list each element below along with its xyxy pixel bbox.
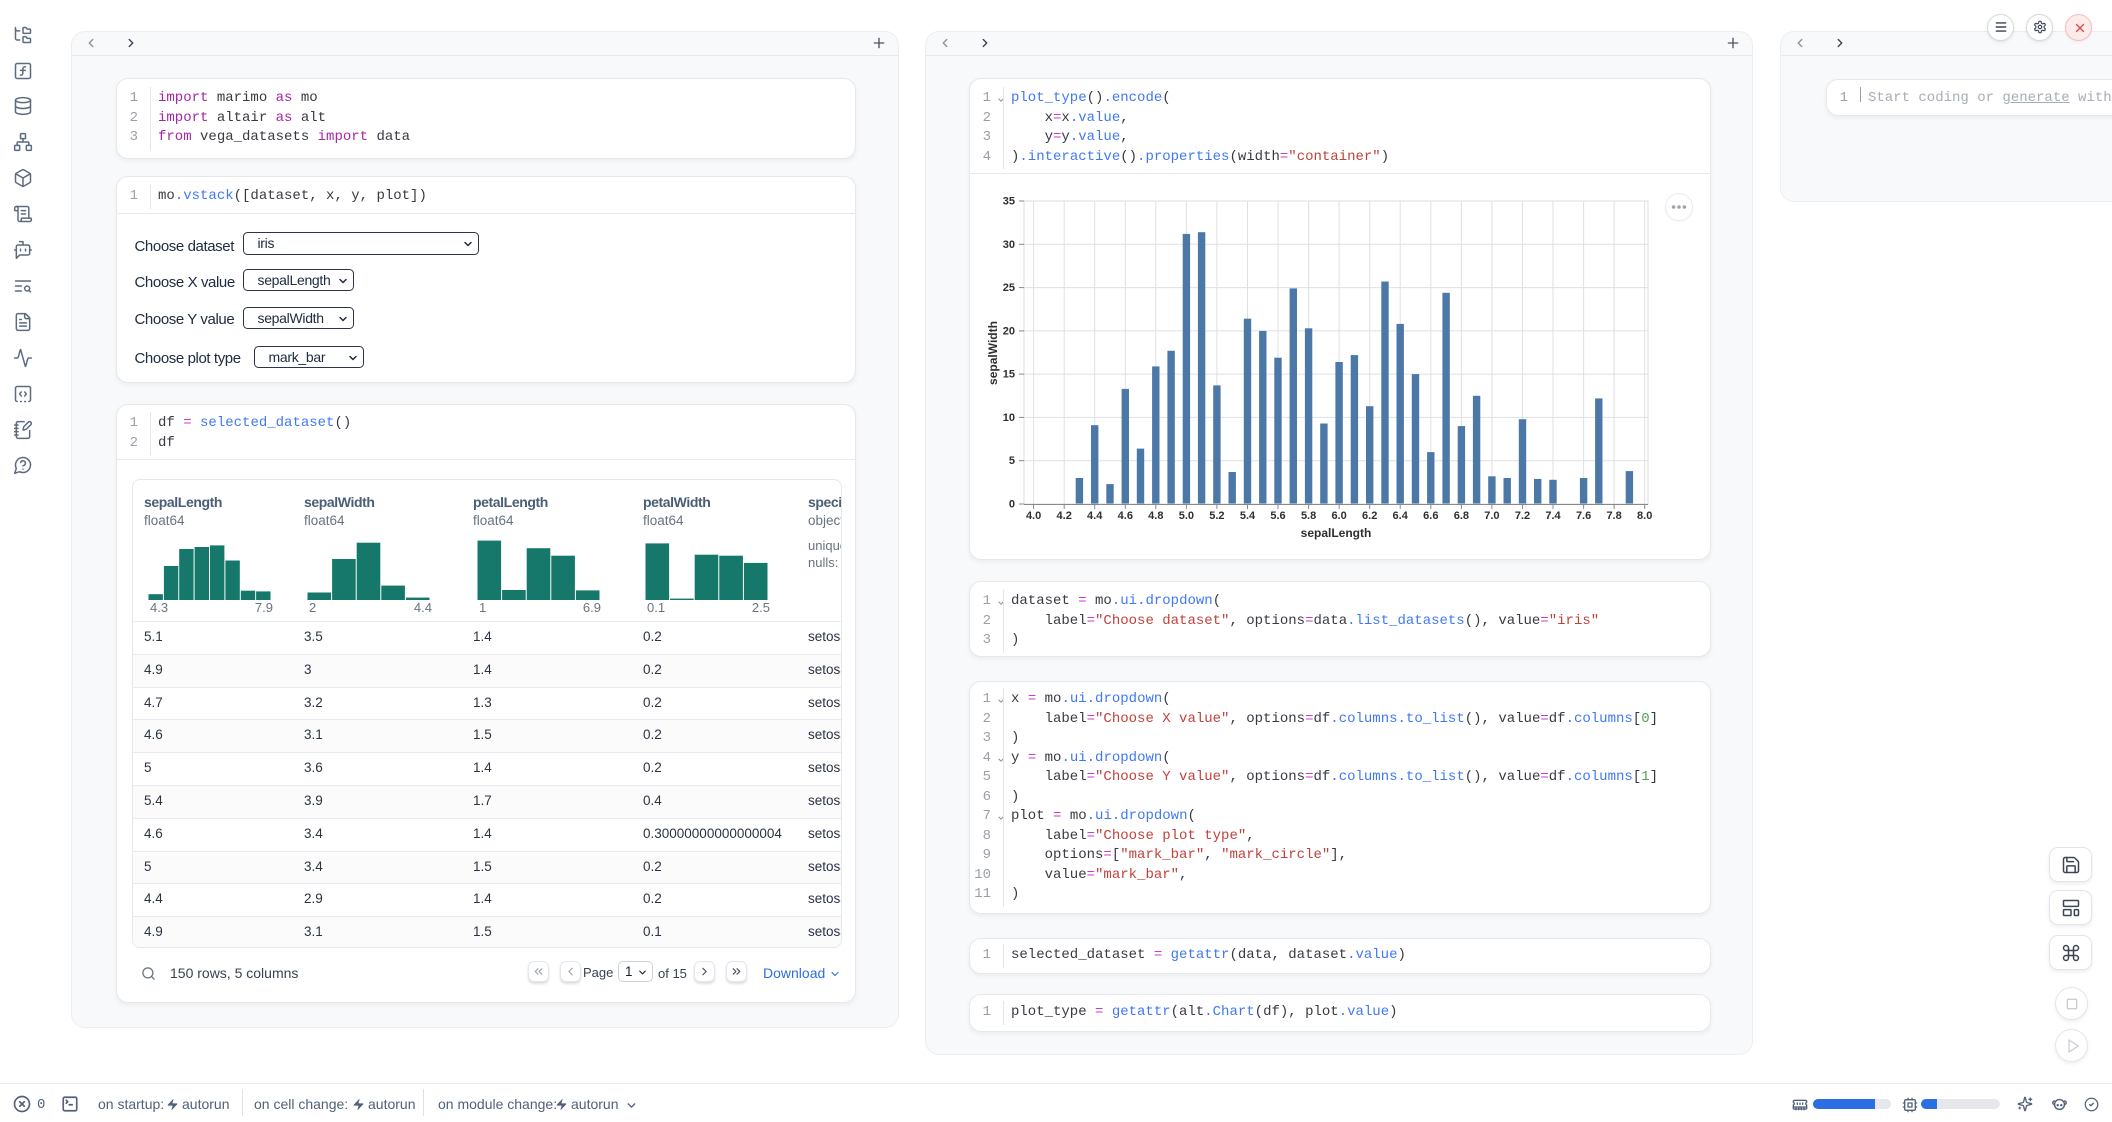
svg-text:7.6: 7.6 (1576, 510, 1591, 522)
svg-text:15: 15 (1003, 369, 1015, 381)
svg-text:20: 20 (1003, 325, 1015, 337)
svg-text:25: 25 (1003, 282, 1015, 294)
svg-text:5.4: 5.4 (1240, 510, 1256, 522)
svg-text:5.6: 5.6 (1270, 510, 1285, 522)
svg-text:35: 35 (1003, 196, 1015, 208)
svg-text:7.4: 7.4 (1545, 510, 1561, 522)
svg-text:4.8: 4.8 (1148, 510, 1163, 522)
svg-text:6.6: 6.6 (1423, 510, 1438, 522)
svg-text:sepalWidth: sepalWidth (986, 321, 1000, 385)
svg-text:7.2: 7.2 (1515, 510, 1530, 522)
svg-text:4.0: 4.0 (1026, 510, 1041, 522)
svg-text:8.0: 8.0 (1637, 510, 1652, 522)
svg-text:6.4: 6.4 (1393, 510, 1409, 522)
svg-text:4.6: 4.6 (1118, 510, 1133, 522)
svg-text:5.8: 5.8 (1301, 510, 1316, 522)
svg-text:4.2: 4.2 (1057, 510, 1072, 522)
svg-text:sepalLength: sepalLength (1301, 526, 1372, 540)
svg-text:6.2: 6.2 (1362, 510, 1377, 522)
svg-text:5.0: 5.0 (1179, 510, 1194, 522)
svg-text:10: 10 (1003, 412, 1015, 424)
svg-text:4.4: 4.4 (1087, 510, 1103, 522)
svg-text:7.8: 7.8 (1606, 510, 1621, 522)
svg-text:6.0: 6.0 (1331, 510, 1346, 522)
svg-text:0: 0 (1009, 499, 1015, 511)
svg-text:30: 30 (1003, 239, 1015, 251)
svg-text:7.0: 7.0 (1484, 510, 1499, 522)
svg-text:5: 5 (1009, 455, 1015, 467)
svg-text:6.8: 6.8 (1454, 510, 1469, 522)
svg-text:5.2: 5.2 (1209, 510, 1224, 522)
